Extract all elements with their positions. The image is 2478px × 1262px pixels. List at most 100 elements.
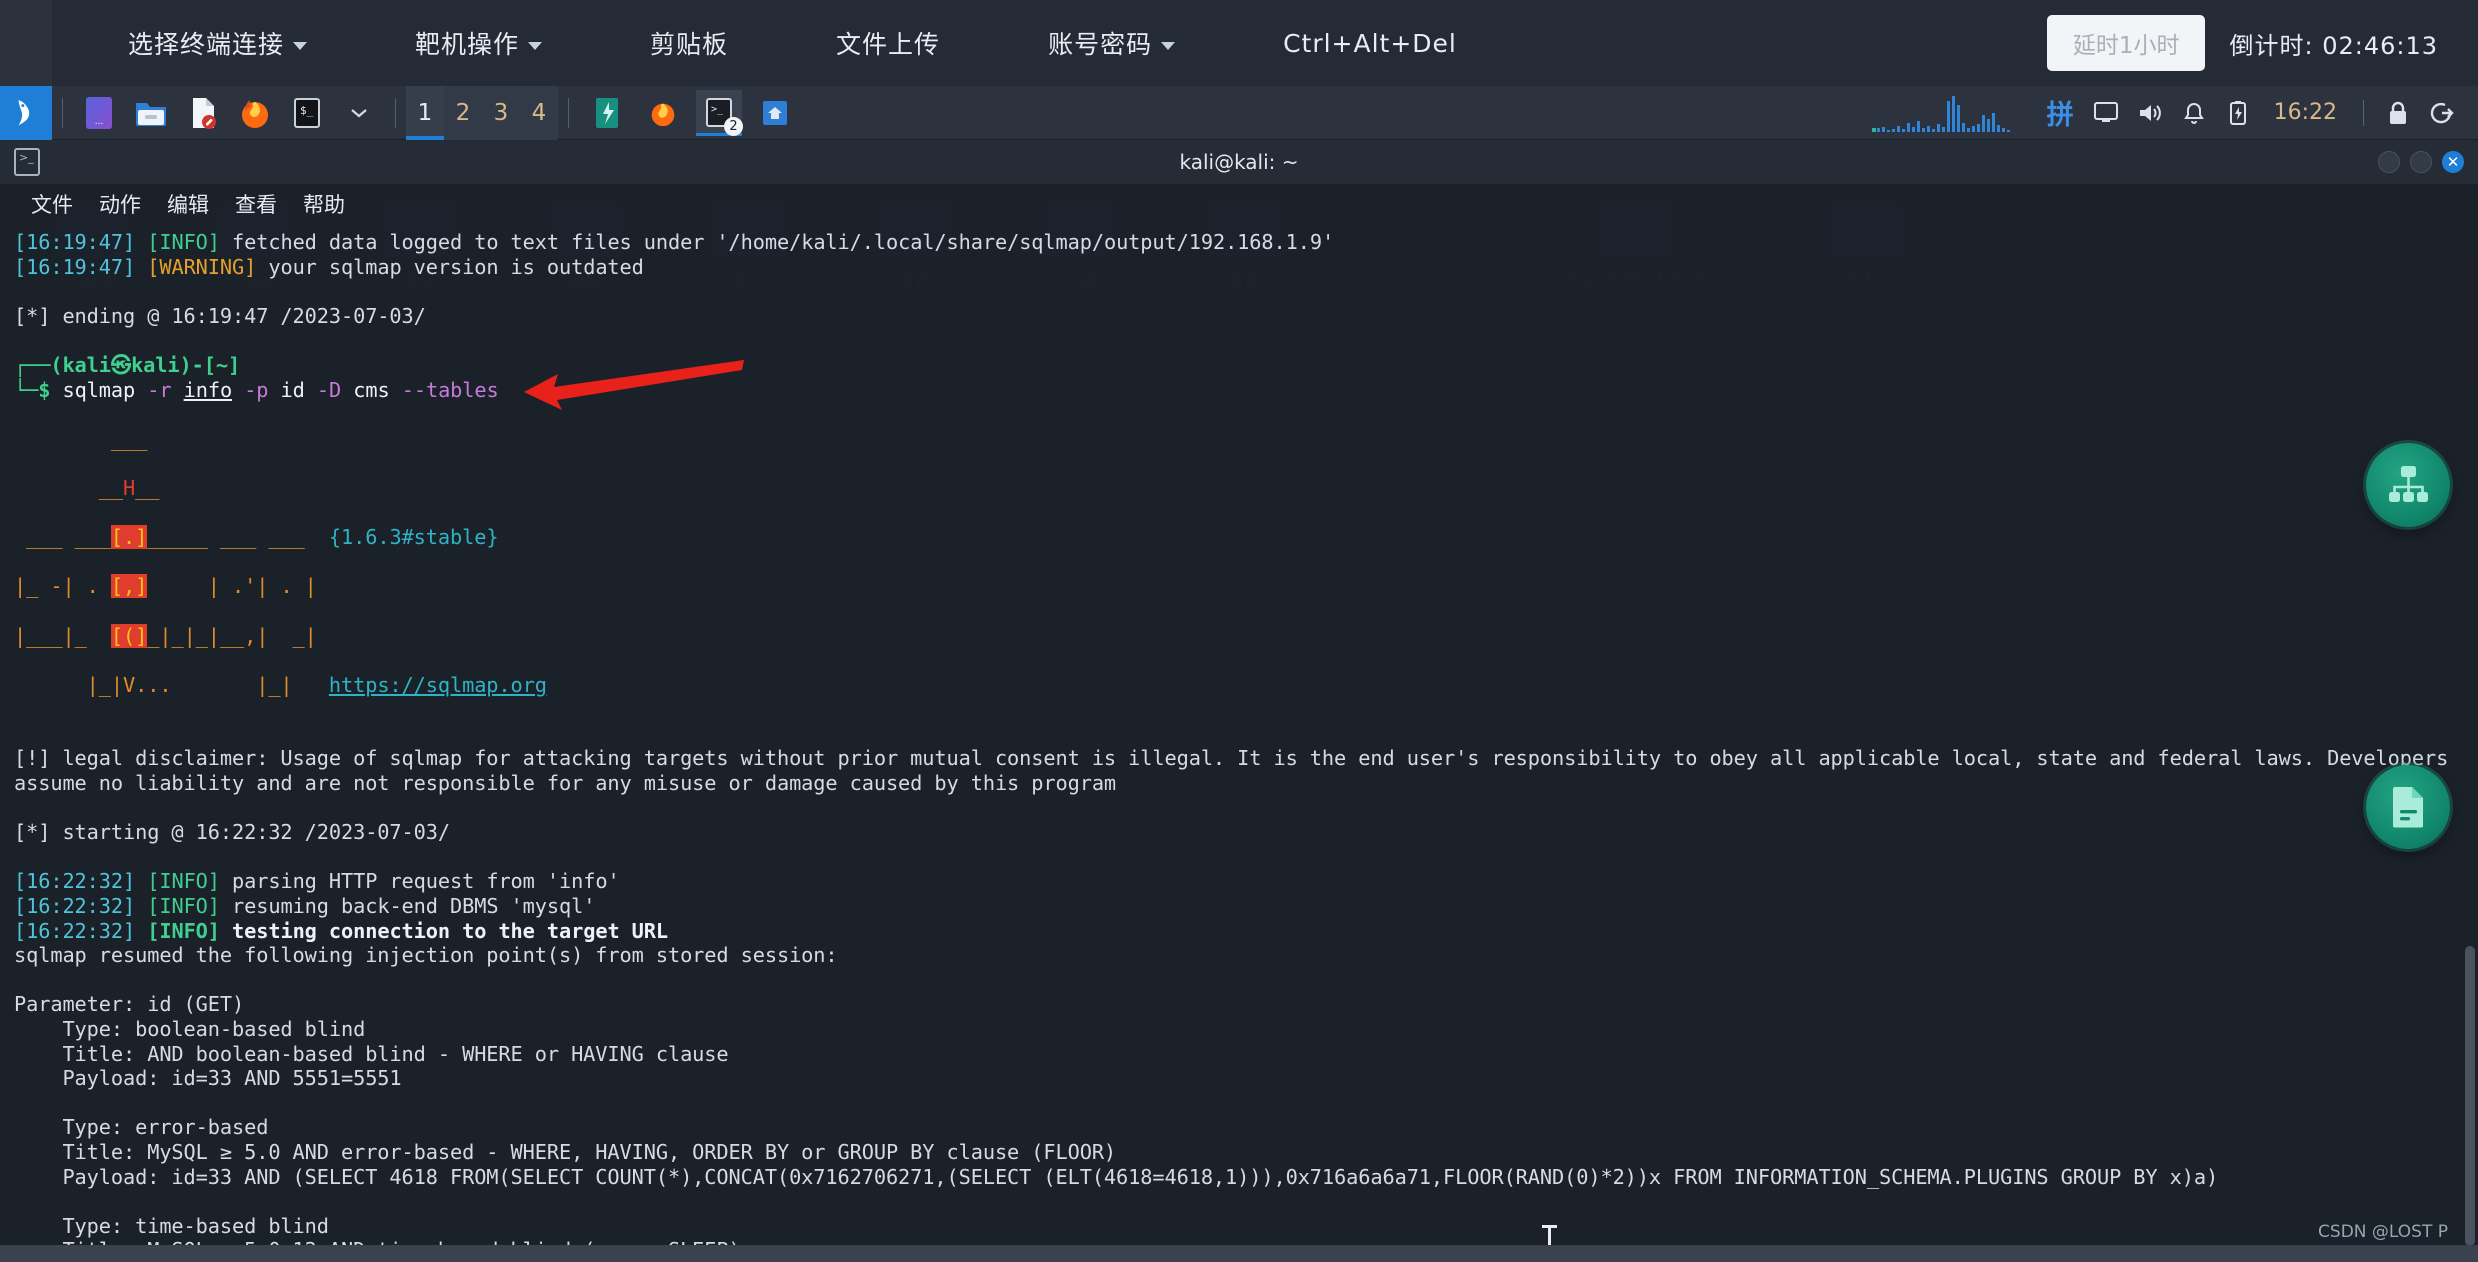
display-icon[interactable] [2086, 93, 2126, 133]
launcher-document-blocked-icon[interactable] [181, 91, 225, 135]
log-message: testing connection to the target URL [219, 918, 668, 943]
taskbar-app-badge: 2 [724, 116, 743, 136]
shell-prompt-line1: ┌──(kali㉿kali)-[~] [14, 352, 241, 377]
delay-one-hour-button[interactable]: 延时1小时 [2046, 15, 2206, 71]
logout-icon[interactable] [2422, 93, 2462, 133]
terminal-menu-actions[interactable]: 动作 [86, 189, 154, 219]
terminal-output[interactable]: [16:19:47] [INFO] fetched data logged to… [0, 224, 2478, 1245]
tray-divider [2363, 99, 2364, 126]
log-timestamp: [16:19:47] [14, 254, 136, 279]
terminal-menu-view[interactable]: 查看 [222, 189, 290, 219]
chevron-down-icon [1161, 42, 1176, 50]
topbar-right-group: 延时1小时 倒计时: 02:46:13 [2046, 15, 2478, 71]
menu-label: 文件上传 [836, 30, 941, 59]
sqlmap-logo-line6: |_|V... |_| https://sqlmap.org [14, 672, 547, 697]
kali-menu-button[interactable] [0, 85, 52, 140]
svg-text:$_: $_ [300, 104, 314, 117]
launcher-dropdown-chevron-icon[interactable] [337, 91, 381, 135]
menu-label: 选择终端连接 [128, 30, 285, 59]
command-flag-tables: --tables [401, 377, 499, 402]
taskbar-clock[interactable]: 16:22 [2262, 100, 2349, 125]
workspace-1[interactable]: 1 [406, 85, 444, 140]
terminal-title-text: kali@kali: ~ [1179, 150, 1299, 174]
terminal-scrollbar[interactable] [2464, 326, 2476, 1262]
terminal-titlebar[interactable]: >_ kali@kali: ~ ✕ [0, 140, 2478, 184]
close-button[interactable]: ✕ [2442, 151, 2464, 173]
launcher-firefox-icon[interactable] [233, 91, 277, 135]
launcher-folder-icon[interactable] [129, 91, 173, 135]
launcher-terminal-icon[interactable]: $_ [285, 91, 329, 135]
technique-title-error: Title: MySQL ≥ 5.0 AND error-based - WHE… [14, 1139, 1117, 1164]
log-timestamp: [16:19:47] [14, 230, 136, 254]
sqlmap-logo-line1: ___ [14, 426, 148, 451]
kali-dragon-icon [18, 99, 30, 126]
menu-item-ctrl-alt-del[interactable]: Ctrl+Alt+Del [1255, 0, 1485, 86]
workspace-2[interactable]: 2 [444, 85, 482, 140]
technique-payload-error: Payload: id=33 AND (SELECT 4618 FROM(SEL… [14, 1164, 2219, 1189]
workspace-3[interactable]: 3 [482, 85, 520, 140]
minimize-button[interactable] [2378, 151, 2400, 173]
terminal-window: >_ kali@kali: ~ ✕ 文件 动作 编辑 查看 帮助 [16:19:… [0, 140, 2478, 1246]
taskbar-app-firefox[interactable] [640, 90, 686, 136]
sqlmap-logo-line3: ___ ___[.]_____ ___ ___ {1.6.3#stable} [14, 525, 499, 550]
menu-item-select-terminal[interactable]: 选择终端连接 [100, 0, 335, 86]
log-level-info: [INFO] [147, 869, 220, 894]
menu-item-clipboard[interactable]: 剪贴板 [622, 0, 756, 86]
scrollbar-thumb[interactable] [2465, 946, 2475, 1246]
taskbar-app-files[interactable] [752, 90, 798, 136]
command-arg-id: id [280, 377, 305, 402]
taskbar-divider-3 [568, 97, 569, 128]
log-message: resuming back-end DBMS 'mysql' [219, 894, 596, 919]
log-level-info: [INFO] [147, 918, 220, 943]
lock-icon[interactable] [2378, 93, 2418, 133]
document-button[interactable] [2366, 765, 2450, 849]
log-starting: [*] starting @ 16:22:32 /2023-07-03/ [14, 820, 450, 845]
notification-bell-icon[interactable] [2174, 93, 2214, 133]
svg-text:...: ... [95, 117, 104, 127]
sqlmap-logo-line2: __H__ [14, 475, 160, 500]
command-arg-info: info [183, 377, 233, 402]
menu-item-target-operations[interactable]: 靶机操作 [387, 0, 570, 86]
log-level-info: [INFO] [147, 894, 220, 919]
sqlmap-logo-line5: |___|_ [(]_|_|_|__,| _| [14, 623, 317, 648]
resumed-message: sqlmap resumed the following injection p… [14, 943, 838, 968]
shell-prompt-sigil: └─$ [14, 377, 63, 402]
command-flag-d: -D [316, 377, 342, 402]
cloud-desktop-topbar: 选择终端连接 靶机操作 剪贴板 文件上传 账号密码 Ctrl+Alt+Del 延 [0, 0, 2478, 86]
injection-parameter: Parameter: id (GET) [14, 992, 245, 1017]
technique-type-error: Type: error-based [14, 1115, 269, 1140]
maximize-button[interactable] [2410, 151, 2432, 173]
menu-label: 账号密码 [1048, 30, 1153, 59]
legal-disclaimer: [!] legal disclaimer: Usage of sqlmap fo… [14, 746, 2461, 796]
log-timestamp: [16:22:32] [14, 918, 136, 943]
menu-label: 剪贴板 [650, 30, 729, 59]
terminal-menu-file[interactable]: 文件 [18, 189, 86, 219]
terminal-menu-edit[interactable]: 编辑 [154, 189, 222, 219]
topbar-menu: 选择终端连接 靶机操作 剪贴板 文件上传 账号密码 Ctrl+Alt+Del [52, 0, 1485, 86]
menu-item-file-upload[interactable]: 文件上传 [808, 0, 968, 86]
menu-item-credentials[interactable]: 账号密码 [1020, 0, 1203, 86]
volume-icon[interactable] [2130, 93, 2170, 133]
workspace-4[interactable]: 4 [520, 85, 558, 140]
network-topology-button[interactable] [2366, 443, 2450, 527]
launcher-files-manager-icon[interactable]: ... [77, 91, 121, 135]
bottom-statusbar [0, 1245, 2478, 1262]
taskbar-app-zap[interactable] [584, 90, 630, 136]
log-level-warning: [WARNING] [147, 254, 257, 279]
battery-icon[interactable] [2218, 93, 2258, 133]
window-controls: ✕ [2378, 151, 2464, 173]
chevron-down-icon [293, 42, 308, 50]
sqlmap-logo-line4: |_ -| . [,] | .'| . | [14, 574, 317, 599]
command-arg-cms: cms [353, 377, 390, 402]
terminal-menubar: 文件 动作 编辑 查看 帮助 [0, 184, 2478, 224]
cpu-usage-graph [1871, 95, 2010, 132]
menu-label: Ctrl+Alt+Del [1283, 28, 1457, 58]
taskbar-app-terminal[interactable]: >_ 2 [696, 89, 743, 136]
terminal-menu-help[interactable]: 帮助 [290, 189, 358, 219]
log-timestamp: [16:22:32] [14, 869, 136, 894]
input-method-indicator[interactable]: 拼 [2039, 93, 2082, 132]
chevron-down-icon [528, 42, 543, 50]
svg-text:>_: >_ [711, 104, 724, 115]
kali-taskbar: ... $_ 1 2 3 4 >_ 2 拼 16:22 [0, 85, 2478, 140]
network-topology-icon [2389, 466, 2428, 502]
